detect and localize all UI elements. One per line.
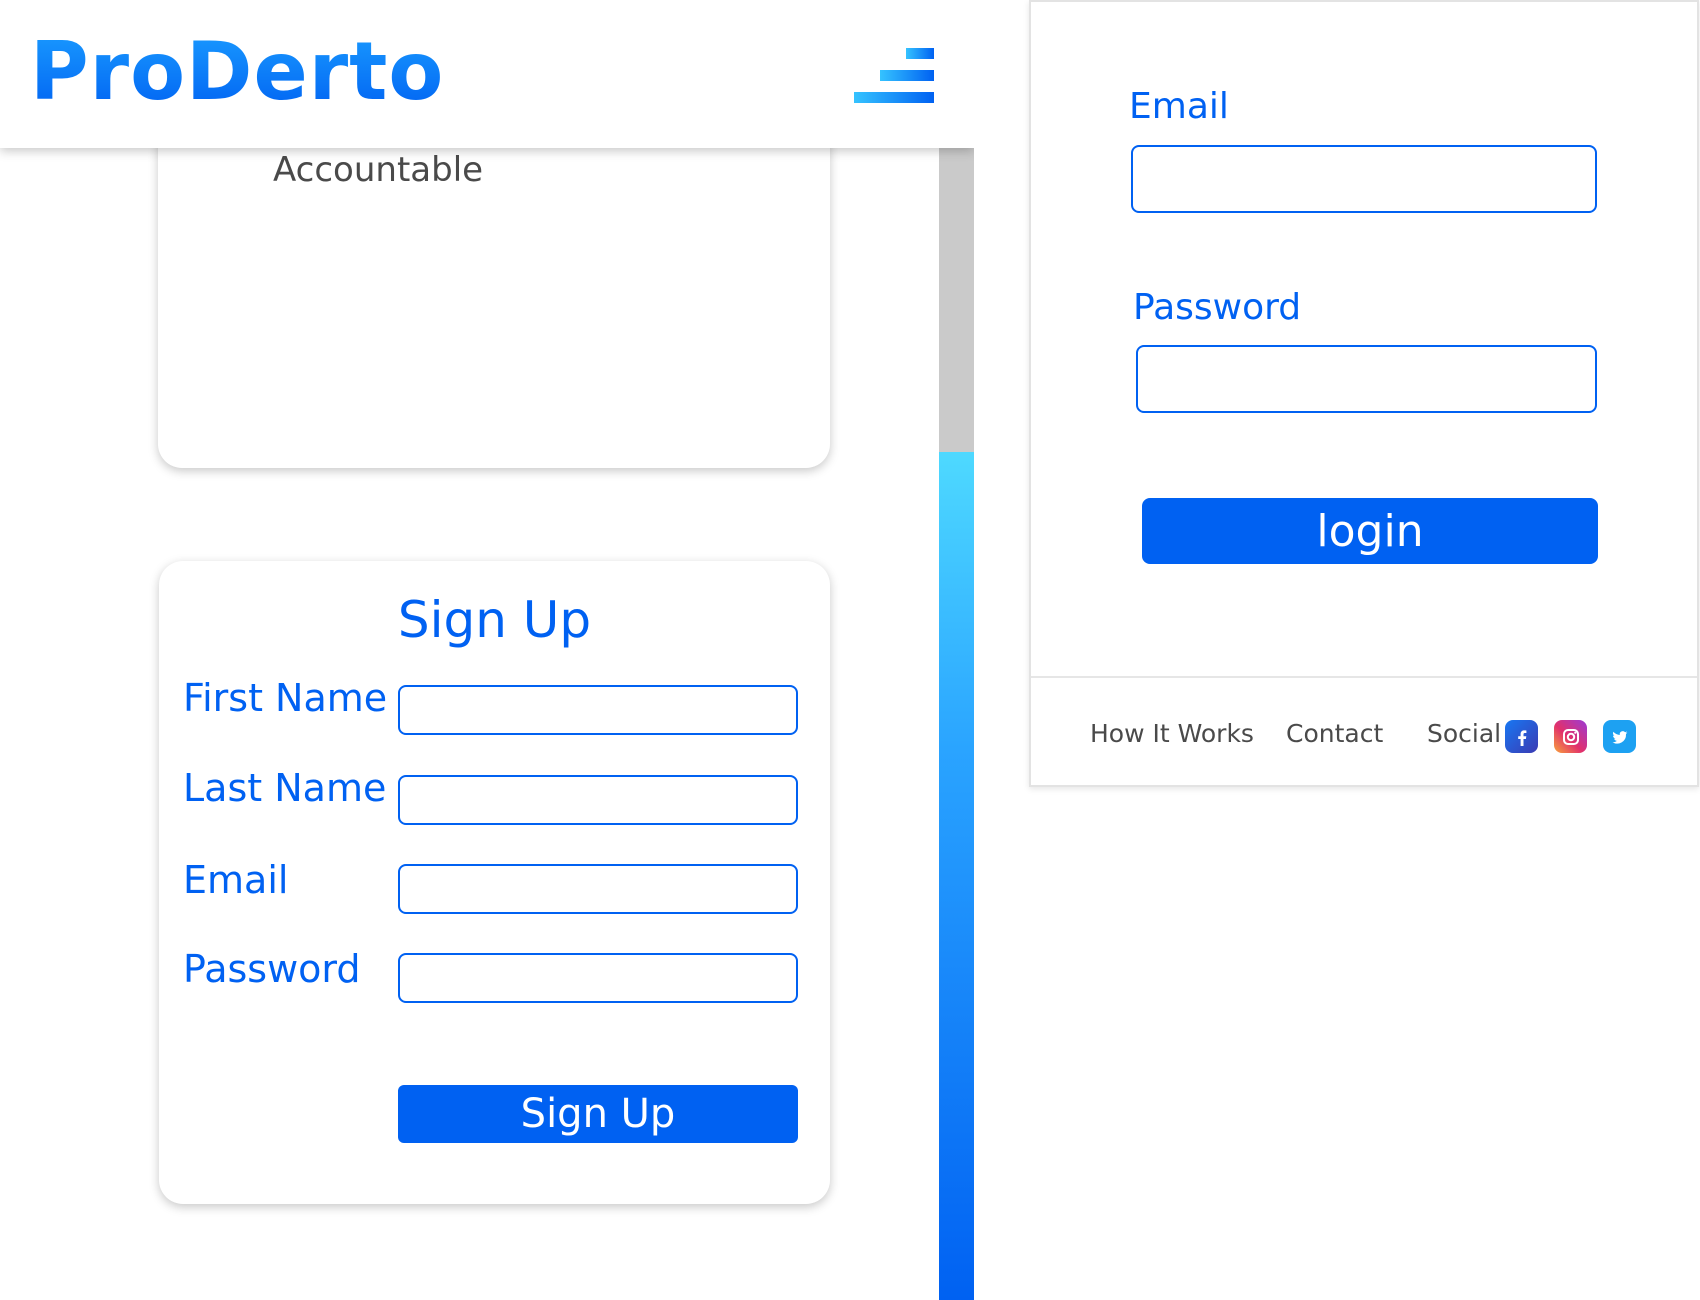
- last-name-label: Last Name: [183, 766, 387, 810]
- scrollbar-track[interactable]: [939, 148, 974, 1300]
- feature-text: Accountable: [273, 150, 484, 190]
- login-password-label: Password: [1133, 287, 1302, 328]
- twitter-glyph: [1612, 730, 1627, 744]
- last-name-input[interactable]: [398, 775, 798, 825]
- first-name-label: First Name: [183, 676, 388, 720]
- footer-link-contact[interactable]: Contact: [1286, 719, 1383, 748]
- instagram-icon[interactable]: [1554, 720, 1587, 753]
- footer-link-how-it-works[interactable]: How It Works: [1090, 719, 1254, 748]
- password-label: Password: [183, 947, 361, 991]
- facebook-glyph: [1517, 729, 1526, 746]
- first-name-input[interactable]: [398, 685, 798, 735]
- login-email-input[interactable]: [1131, 145, 1597, 213]
- brand-logo[interactable]: ProDerto: [30, 28, 444, 116]
- menu-bar: [880, 70, 934, 81]
- login-password-input[interactable]: [1136, 345, 1597, 413]
- instagram-glyph: [1562, 728, 1579, 745]
- email-label: Email: [183, 858, 289, 902]
- feature-card: Accountable: [158, 100, 830, 468]
- facebook-icon[interactable]: [1505, 720, 1538, 753]
- menu-bar: [906, 48, 934, 59]
- menu-bar: [854, 92, 934, 103]
- email-input[interactable]: [398, 864, 798, 914]
- login-button[interactable]: login: [1142, 498, 1598, 564]
- footer-social-label: Social: [1427, 719, 1502, 748]
- login-screen: Email Password login How It Works Contac…: [1029, 0, 1699, 787]
- app-header: ProDerto: [0, 0, 974, 148]
- hamburger-menu-icon[interactable]: [854, 48, 934, 106]
- password-input[interactable]: [398, 953, 798, 1003]
- signup-card: Sign Up First Name Last Name Email Passw…: [159, 561, 830, 1204]
- signup-screen: ProDerto Accountable Sign Up First Name …: [0, 0, 974, 1300]
- login-email-label: Email: [1129, 86, 1229, 127]
- twitter-icon[interactable]: [1603, 720, 1636, 753]
- signup-button[interactable]: Sign Up: [398, 1085, 798, 1143]
- scrollbar-thumb[interactable]: [939, 452, 974, 1300]
- footer: How It Works Contact Social: [1031, 676, 1697, 785]
- signup-title: Sign Up: [397, 591, 592, 649]
